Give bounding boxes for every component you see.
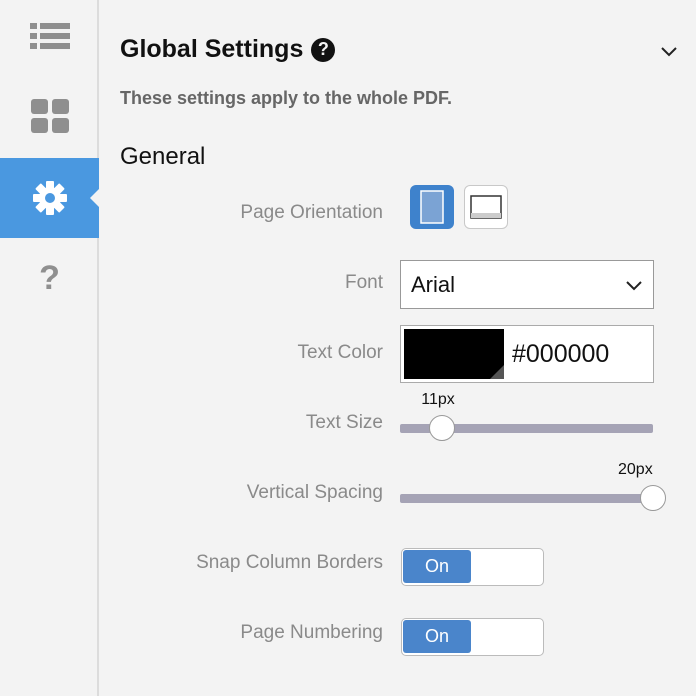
portrait-button[interactable]	[410, 185, 454, 229]
landscape-button[interactable]	[464, 185, 508, 229]
color-swatch[interactable]	[404, 329, 504, 379]
sidebar-item-help[interactable]: ?	[0, 238, 99, 318]
section-title: General	[120, 143, 206, 170]
toggle-on-label: On	[403, 620, 471, 653]
vertical-spacing-thumb[interactable]	[640, 485, 666, 511]
question-icon: ?	[39, 258, 60, 297]
toggle-on-label: On	[403, 550, 471, 583]
sidebar-item-layout[interactable]	[0, 76, 99, 156]
portrait-icon	[420, 190, 444, 224]
chevron-down-icon	[626, 281, 642, 291]
font-select[interactable]: Arial	[400, 260, 654, 309]
snap-column-borders-label: Snap Column Borders	[196, 552, 383, 573]
text-size-value: 11px	[421, 391, 455, 408]
list-icon	[29, 23, 70, 49]
settings-panel: Global Settings ? These settings apply t…	[101, 0, 696, 696]
text-color-label: Text Color	[297, 342, 383, 363]
sidebar: ?	[0, 0, 100, 696]
text-size-thumb[interactable]	[429, 415, 456, 441]
snap-column-borders-toggle[interactable]: On	[401, 548, 544, 586]
text-color-value[interactable]: #000000	[512, 340, 609, 369]
grid-icon	[30, 99, 69, 133]
page-subtitle: These settings apply to the whole PDF.	[120, 88, 453, 108]
font-select-value: Arial	[411, 271, 456, 297]
vertical-spacing-value: 20px	[618, 461, 653, 478]
chevron-down-icon	[661, 47, 677, 57]
sidebar-item-settings[interactable]	[0, 158, 100, 238]
page-numbering-label: Page Numbering	[240, 622, 383, 643]
help-icon[interactable]: ?	[311, 37, 336, 62]
page-numbering-toggle[interactable]: On	[401, 618, 544, 656]
collapse-button[interactable]	[657, 40, 681, 64]
vertical-spacing-label: Vertical Spacing	[246, 482, 383, 503]
landscape-icon	[470, 195, 502, 219]
text-color-field: #000000	[400, 325, 654, 383]
text-size-label: Text Size	[305, 412, 383, 433]
page-title-row: Global Settings ?	[120, 35, 336, 64]
page-title: Global Settings	[120, 35, 304, 63]
font-label: Font	[344, 272, 383, 293]
sidebar-item-list[interactable]	[0, 0, 99, 76]
vertical-spacing-track[interactable]	[400, 494, 653, 503]
page-orientation-label: Page Orientation	[240, 202, 383, 223]
gear-icon	[32, 181, 67, 215]
